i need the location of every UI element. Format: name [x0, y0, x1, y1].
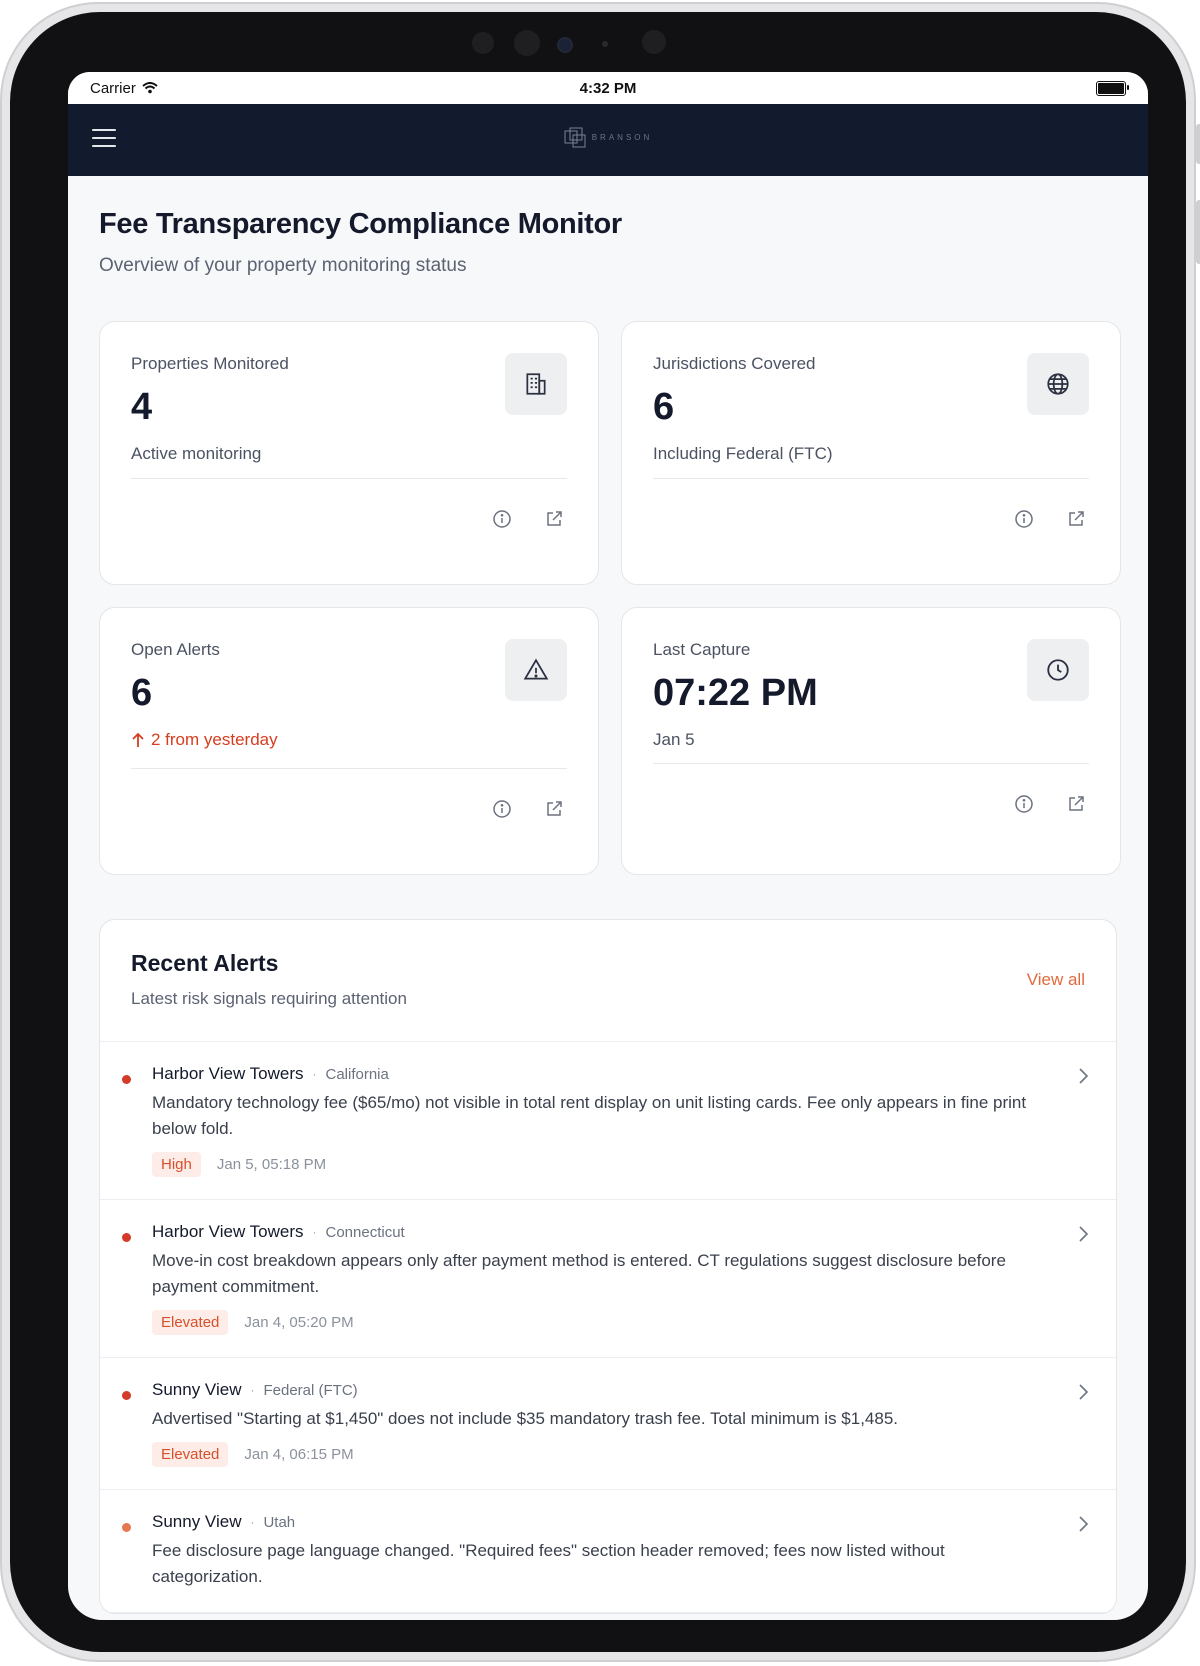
card-actions — [492, 799, 564, 819]
card-value: 6 — [653, 386, 675, 428]
warning-icon — [505, 639, 567, 701]
side-button — [1196, 124, 1200, 164]
info-icon[interactable] — [492, 799, 512, 819]
alert-property: Harbor View Towers — [152, 1222, 304, 1241]
card-actions — [1014, 794, 1086, 814]
external-link-icon[interactable] — [1066, 509, 1086, 529]
alert-date: Jan 5, 05:18 PM — [216, 1156, 327, 1173]
building-icon — [505, 353, 567, 415]
globe-icon — [1027, 353, 1089, 415]
alert-jurisdiction: California — [325, 1065, 389, 1083]
chevron-right-icon — [1079, 1068, 1089, 1084]
card-divider — [131, 768, 567, 769]
alert-date: Jan 4, 05:20 PM — [244, 1314, 354, 1331]
main-content: Fee Transparency Compliance Monitor Over… — [68, 208, 1148, 1614]
recent-alerts-title: Recent Alerts — [131, 950, 279, 976]
severity-dot — [122, 1523, 131, 1532]
chevron-right-icon — [1079, 1226, 1089, 1242]
severity-badge: High — [152, 1152, 201, 1177]
recent-alerts-panel: Recent Alerts Latest risk signals requir… — [99, 919, 1117, 1614]
page-subtitle: Overview of your property monitoring sta… — [99, 255, 467, 276]
separator-dot: · — [250, 1383, 255, 1397]
card-value: 6 — [131, 672, 153, 714]
camera-icon — [514, 30, 540, 56]
logo-mark-icon — [564, 127, 586, 148]
card-last-capture: Last Capture 07:22 PM Jan 5 — [621, 607, 1121, 875]
recent-alerts-subtitle: Latest risk signals requiring attention — [131, 989, 407, 1008]
card-label: Properties Monitored — [131, 354, 289, 373]
card-divider — [653, 763, 1089, 764]
alert-item[interactable]: Sunny View · Utah Fee disclosure page la… — [100, 1490, 1116, 1613]
clock-icon — [1027, 639, 1089, 701]
card-label: Last Capture — [653, 640, 751, 659]
volume-up-button — [1196, 200, 1200, 264]
card-open-alerts: Open Alerts 6 2 from yesterday — [99, 607, 599, 875]
logo: BRANSON — [68, 126, 1148, 148]
severity-badge: Elevated — [152, 1310, 229, 1335]
card-note: 2 from yesterday — [151, 730, 278, 749]
status-bar: Carrier 4:32 PM — [68, 72, 1148, 104]
sensor-dot-icon — [602, 41, 608, 47]
card-note-trend: 2 from yesterday — [131, 730, 567, 750]
card-divider — [131, 478, 567, 479]
alert-item[interactable]: Harbor View Towers · California Mandator… — [100, 1042, 1116, 1200]
card-actions — [492, 509, 564, 529]
alert-property: Sunny View — [152, 1380, 242, 1399]
status-time: 4:32 PM — [579, 79, 637, 97]
alert-jurisdiction: Federal (FTC) — [263, 1381, 358, 1399]
card-note: Jan 5 — [653, 730, 695, 749]
card-label: Open Alerts — [131, 640, 220, 659]
chevron-right-icon — [1079, 1516, 1089, 1532]
arrow-up-icon — [132, 732, 144, 747]
alert-description: Move-in cost breakdown appears only afte… — [152, 1251, 1006, 1296]
alert-property: Harbor View Towers — [152, 1064, 304, 1083]
top-navbar: BRANSON — [68, 104, 1148, 176]
external-link-icon[interactable] — [544, 509, 564, 529]
sensor-icon — [642, 30, 666, 54]
tablet-frame: Carrier 4:32 PM BRANSON Fee Transparency… — [0, 2, 1200, 1662]
page-title: Fee Transparency Compliance Monitor — [99, 208, 622, 240]
external-link-icon[interactable] — [1066, 794, 1086, 814]
severity-dot — [122, 1233, 131, 1242]
severity-dot — [122, 1075, 131, 1084]
alert-description: Fee disclosure page language changed. "R… — [152, 1541, 945, 1586]
card-actions — [1014, 509, 1086, 529]
severity-badge: Elevated — [152, 1442, 229, 1467]
bezel: Carrier 4:32 PM BRANSON Fee Transparency… — [10, 12, 1186, 1652]
card-jurisdictions-covered: Jurisdictions Covered 6 Including Federa… — [621, 321, 1121, 585]
alert-description: Mandatory technology fee ($65/mo) not vi… — [152, 1093, 1027, 1138]
logo-text: BRANSON — [591, 132, 653, 142]
recent-alerts-header: Recent Alerts Latest risk signals requir… — [100, 920, 1116, 1042]
alert-item[interactable]: Sunny View · Federal (FTC) Advertised "S… — [100, 1358, 1116, 1490]
alert-jurisdiction: Connecticut — [325, 1223, 405, 1241]
alert-jurisdiction: Utah — [263, 1513, 296, 1531]
info-icon[interactable] — [492, 509, 512, 529]
battery-icon — [1096, 80, 1129, 96]
card-note: Active monitoring — [131, 444, 262, 463]
screen: Carrier 4:32 PM BRANSON Fee Transparency… — [68, 72, 1148, 1620]
separator-dot: · — [312, 1225, 317, 1239]
card-value: 07:22 PM — [653, 672, 818, 714]
camera-lens-icon — [557, 37, 573, 53]
alert-item[interactable]: Harbor View Towers · Connecticut Move-in… — [100, 1200, 1116, 1358]
card-properties-monitored: Properties Monitored 4 Active monitoring — [99, 321, 599, 585]
separator-dot: · — [312, 1067, 317, 1081]
chevron-right-icon — [1079, 1384, 1089, 1400]
external-link-icon[interactable] — [544, 799, 564, 819]
view-all-link[interactable]: View all — [1027, 970, 1085, 990]
severity-dot — [122, 1391, 131, 1400]
sensor-icon — [472, 32, 494, 54]
card-value: 4 — [131, 386, 153, 428]
alert-description: Advertised "Starting at $1,450" does not… — [152, 1409, 899, 1428]
card-note: Including Federal (FTC) — [653, 444, 833, 463]
card-divider — [653, 478, 1089, 479]
separator-dot: · — [250, 1515, 255, 1529]
alert-date: Jan 4, 06:15 PM — [244, 1446, 354, 1463]
card-label: Jurisdictions Covered — [653, 354, 816, 373]
stats-grid: Properties Monitored 4 Active monitoring — [99, 321, 1121, 875]
info-icon[interactable] — [1014, 509, 1034, 529]
info-icon[interactable] — [1014, 794, 1034, 814]
alert-property: Sunny View — [152, 1512, 242, 1531]
